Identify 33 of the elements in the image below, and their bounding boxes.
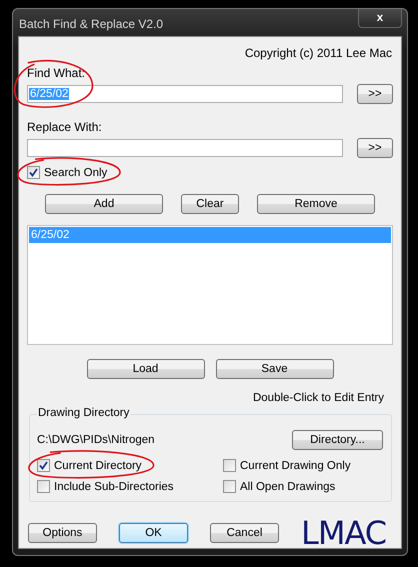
action-button[interactable]: Save — [216, 359, 334, 379]
checkbox[interactable] — [37, 459, 50, 472]
dialog-button[interactable]: Options — [28, 523, 97, 543]
close-button[interactable]: x — [358, 9, 402, 28]
group-title: Drawing Directory — [37, 407, 130, 419]
field-label: Find What: — [27, 66, 86, 80]
action-button[interactable]: Load — [86, 359, 204, 379]
dialog-button[interactable]: OK — [119, 523, 188, 543]
directory-button[interactable]: Directory... — [292, 430, 383, 450]
checkbox-label: Include Sub-Directories — [54, 480, 174, 492]
logo-text: LMAC — [301, 518, 386, 548]
hint-text: Double-Click to Edit Entry — [252, 392, 384, 404]
checkbox-label: All Open Drawings — [240, 480, 336, 492]
copyright-text: Copyright (c) 2011 Lee Mac — [244, 46, 392, 60]
input-field[interactable] — [27, 139, 343, 157]
checkbox-label: Current Directory — [54, 460, 142, 472]
checkbox[interactable] — [27, 166, 40, 179]
field-label: Replace With: — [27, 120, 103, 134]
window-title: Batch Find & Replace V2.0 — [19, 17, 164, 31]
checkbox-label: Search Only — [44, 166, 108, 178]
action-button[interactable]: Add — [45, 194, 163, 214]
checkbox[interactable] — [37, 480, 50, 493]
checkbox[interactable] — [223, 459, 236, 472]
directory-path: C:\DWG\PIDs\Nitrogen — [37, 434, 155, 446]
expand-button[interactable]: >> — [357, 84, 393, 104]
checkbox-label: Current Drawing Only — [240, 460, 351, 472]
checkbox[interactable] — [223, 480, 236, 493]
expand-button[interactable]: >> — [357, 138, 393, 158]
action-button[interactable]: Clear — [181, 194, 239, 214]
check-icon — [29, 168, 38, 177]
check-icon — [39, 461, 48, 470]
action-button[interactable]: Remove — [257, 194, 375, 214]
dialog-button[interactable]: Cancel — [210, 523, 279, 543]
